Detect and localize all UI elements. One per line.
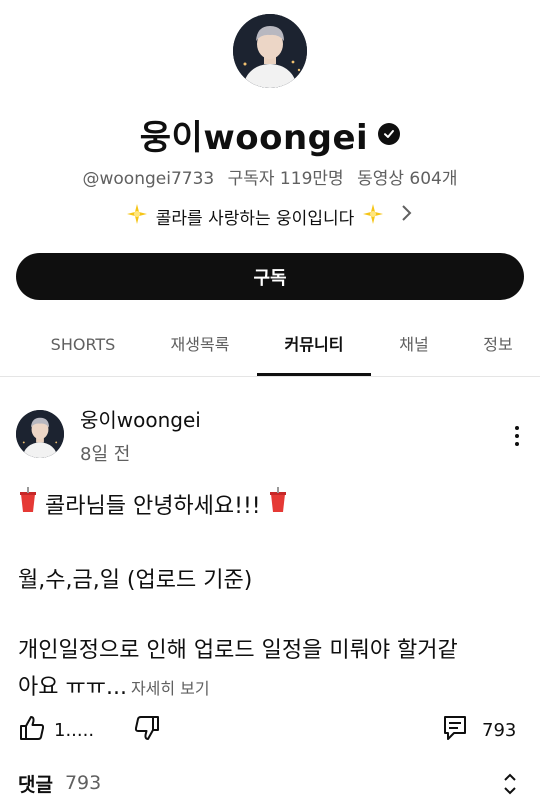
channel-tabs: SHORTS 재생목록 커뮤니티 채널 정보 [0,322,540,377]
active-tab-indicator [257,373,371,376]
channel-avatar[interactable] [233,14,307,88]
unfold-icon[interactable] [500,770,520,798]
avatar-photo-icon [16,410,64,458]
subscriber-count: 구독자 119만명 [227,169,344,189]
sparkle-emoji-icon [126,203,148,230]
like-button[interactable]: 1..... [18,714,94,746]
post-line-1: 콜라님들 안녕하세요!!! [45,494,261,519]
channel-description[interactable]: 콜라를 사랑하는 웅이입니다 [0,200,540,232]
see-more-link[interactable]: 자세히 보기 [131,679,210,698]
post-line-greeting: 콜라님들 안녕하세요!!! [18,487,288,520]
like-count: 1..... [54,719,95,741]
comments-total: 793 [64,772,102,794]
tab-about[interactable]: 정보 [466,322,530,374]
thumb-up-icon [18,714,46,746]
post-timestamp: 8일 전 [80,444,131,465]
channel-name: 웅이woongei [139,117,369,158]
comments-label: 댓글 [18,773,53,796]
post-line-3: 개인일정으로 인해 업로드 일정을 미뤄야 할거같 [18,638,458,663]
more-vert-icon[interactable] [505,420,529,452]
comment-icon [442,714,468,746]
sparkle-emoji-icon [362,203,384,230]
comment-button[interactable]: 793 [442,714,516,746]
thumb-down-icon [133,714,161,746]
video-count: 동영상 604개 [357,169,458,189]
dislike-button[interactable] [133,714,161,746]
post-actions: 1..... 793 [0,710,540,760]
comment-count: 793 [482,719,517,741]
tab-community[interactable]: 커뮤니티 [257,322,371,374]
description-text: 콜라를 사랑하는 웅이입니다 [155,208,355,229]
post-line-4-row: 아요 ㅠㅠ... 자세히 보기 [18,669,210,701]
post-author-name[interactable]: 웅이woongei [80,404,201,433]
cola-cup-emoji-icon [18,487,45,519]
post-line-4: 아요 ㅠㅠ... [18,675,127,700]
avatar-photo-icon [233,14,307,88]
verified-check-icon [378,123,401,145]
tab-shorts[interactable]: SHORTS [30,322,136,374]
post-author-avatar[interactable] [16,410,64,458]
subscribe-button[interactable]: 구독 [16,253,524,300]
comments-section[interactable]: 댓글 793 [18,766,528,800]
tab-channels[interactable]: 채널 [382,322,446,374]
channel-title-row: 웅이woongei [0,108,540,160]
cola-cup-emoji-icon [268,487,288,519]
tab-playlists[interactable]: 재생목록 [150,322,250,374]
channel-meta: @woongei7733 구독자 119만명 동영상 604개 [0,164,540,189]
chevron-right-icon[interactable] [400,203,414,229]
post-line-2: 월,수,금,일 (업로드 기준) [18,568,253,593]
channel-handle: @woongei7733 [82,169,215,189]
